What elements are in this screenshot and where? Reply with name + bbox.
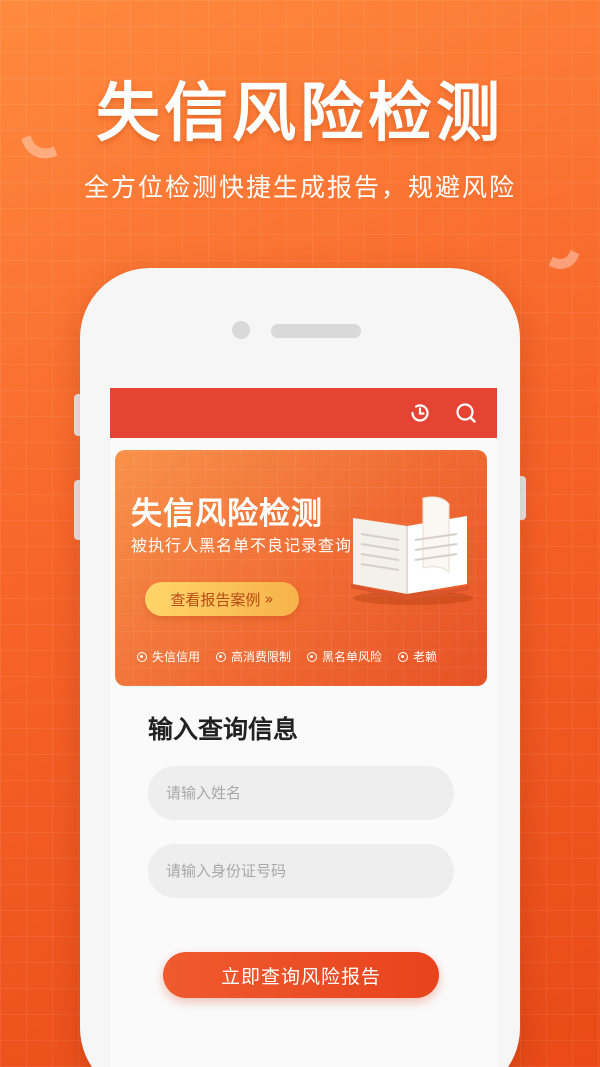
tag-label: 黑名单风险 bbox=[322, 650, 383, 664]
hero-subtitle: 全方位检测快捷生成报告，规避风险 bbox=[83, 173, 516, 202]
app-bar bbox=[110, 388, 497, 438]
banner-tags: 失信信用 高消费限制 黑名单风险 老赖 bbox=[137, 648, 437, 665]
tag-label: 高消费限制 bbox=[231, 650, 292, 664]
history-clock-icon[interactable] bbox=[407, 400, 433, 426]
banner-subtitle: 被执行人黑名单不良记录查询 bbox=[131, 536, 353, 555]
tag-item: 老赖 bbox=[398, 648, 437, 665]
phone-camera bbox=[232, 321, 250, 339]
tag-item: 失信信用 bbox=[137, 648, 200, 665]
decorative-arc-right bbox=[519, 193, 591, 277]
promo-banner: 失信风险检测 被执行人黑名单不良记录查询 查看报告案例 » 失信信用 高消费限制… bbox=[115, 450, 487, 686]
tag-item: 黑名单风险 bbox=[307, 648, 382, 665]
radio-dot-icon bbox=[216, 651, 227, 662]
radio-dot-icon bbox=[398, 651, 409, 662]
banner-title: 失信风险检测 bbox=[131, 496, 323, 532]
radio-dot-icon bbox=[137, 651, 147, 662]
phone-speaker bbox=[271, 324, 361, 338]
tag-item: 高消费限制 bbox=[216, 648, 291, 665]
radio-dot-icon bbox=[307, 651, 318, 662]
tag-label: 失信信用 bbox=[152, 650, 201, 664]
form-title: 输入查询信息 bbox=[148, 715, 299, 744]
open-book-icon bbox=[345, 488, 475, 608]
hero-title: 失信风险检测 bbox=[96, 77, 504, 151]
tag-label: 老赖 bbox=[413, 650, 438, 664]
app-screen: 失信风险检测 被执行人黑名单不良记录查询 查看报告案例 » 失信信用 高消费限制… bbox=[110, 388, 497, 1067]
id-number-input[interactable] bbox=[148, 844, 454, 898]
name-input[interactable] bbox=[148, 766, 454, 820]
chevron-right-icon: » bbox=[264, 590, 274, 608]
submit-query-button[interactable]: 立即查询风险报告 bbox=[163, 952, 439, 998]
search-icon[interactable] bbox=[453, 400, 479, 426]
view-case-label: 查看报告案例 bbox=[170, 590, 261, 609]
view-case-button[interactable]: 查看报告案例 » bbox=[145, 582, 299, 616]
